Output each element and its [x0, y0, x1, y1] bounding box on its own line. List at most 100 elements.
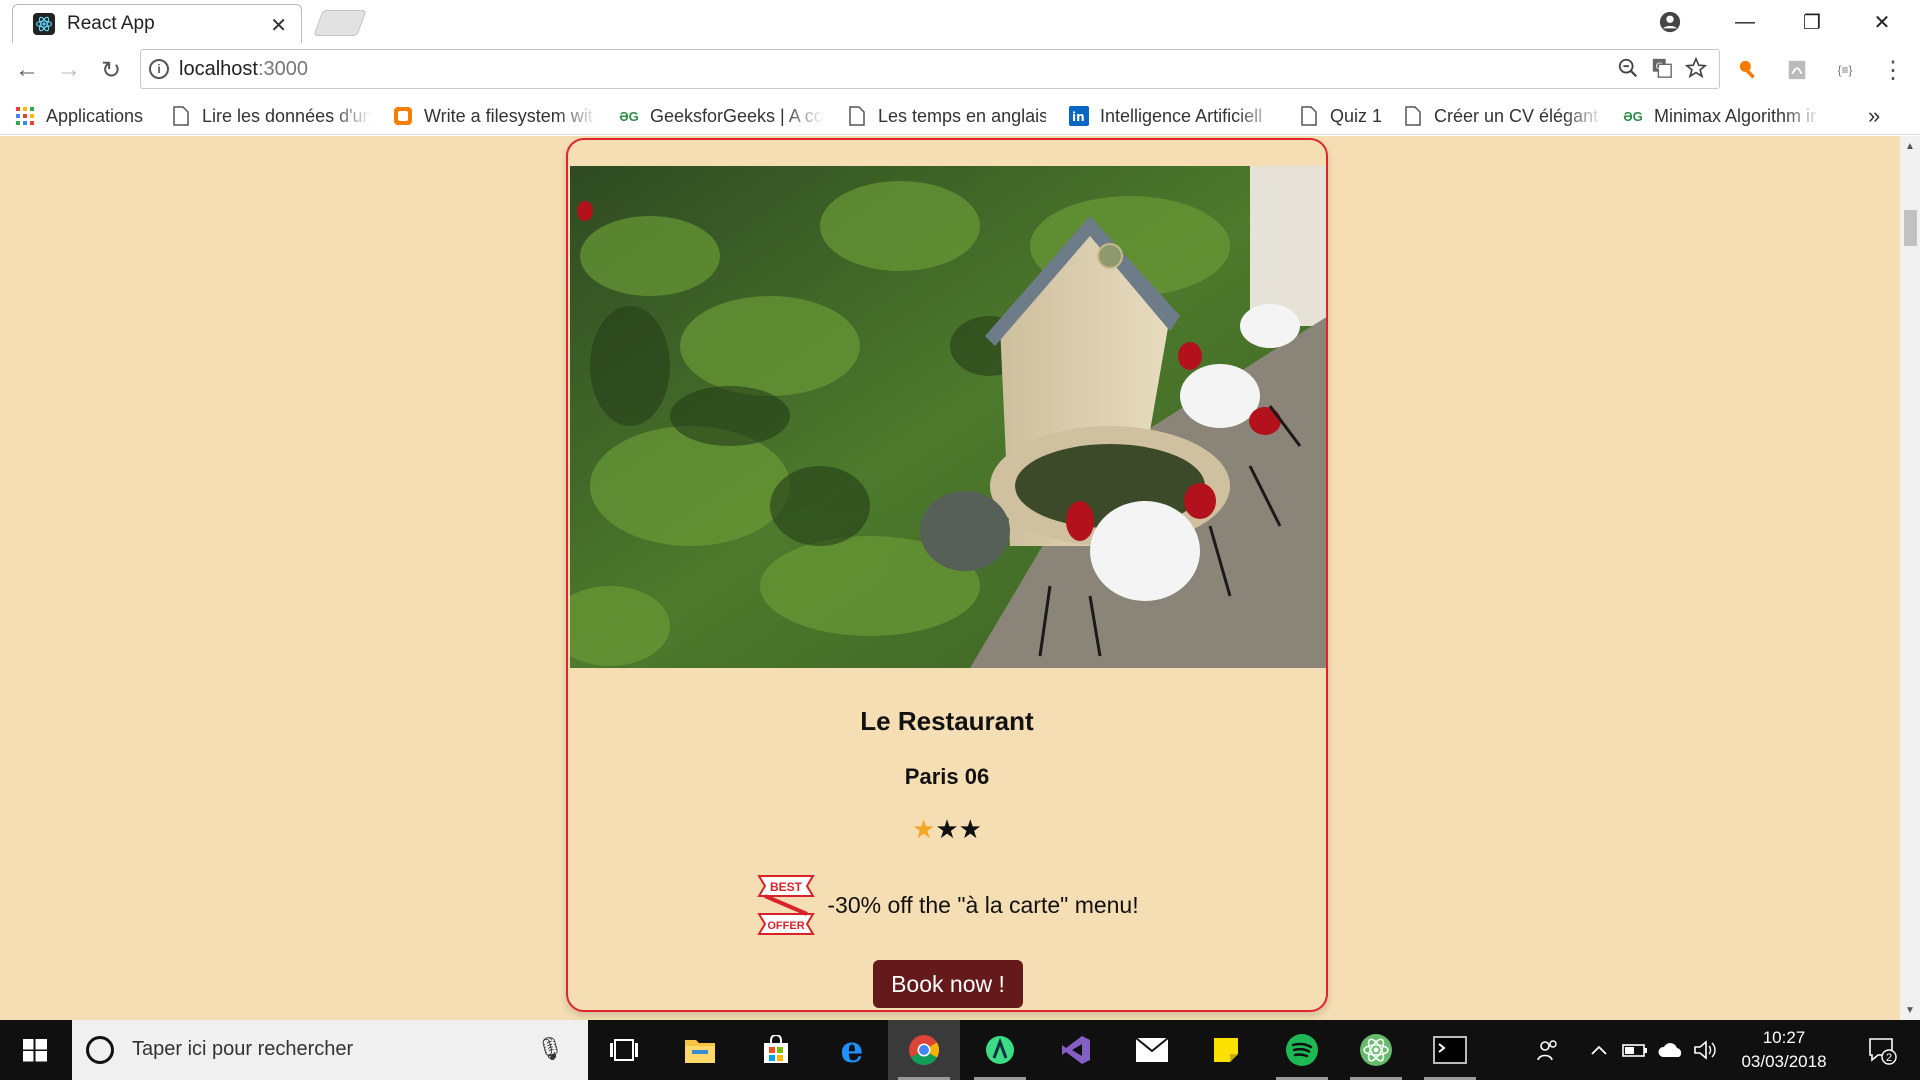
bookmarks-bar: Applications Lire les données d'un Write… [0, 97, 1920, 135]
android-studio-icon[interactable] [964, 1020, 1036, 1080]
bookmark-label: Quiz 1 [1330, 105, 1383, 126]
bookmark-item[interactable]: Lire les données d'un [170, 103, 372, 129]
browser-toolbar: ← → ↻ i localhost:3000 G {≡} ⋮ [0, 43, 1920, 97]
page-scrollbar[interactable]: ▲ ▼ [1900, 136, 1920, 1020]
page-viewport: Le Restaurant Paris 06 ★ ★ ★ BEST OFFER … [0, 136, 1900, 1020]
chrome-icon[interactable] [888, 1020, 960, 1080]
chevron-up-icon[interactable] [1584, 1020, 1614, 1080]
close-window-button[interactable]: ✕ [1852, 4, 1912, 40]
windows-taskbar: Taper ici pour rechercher 🎙 e 10:27 03/0… [0, 1020, 1920, 1080]
apps-grid-icon [14, 105, 36, 127]
bookmark-label: Les temps en anglais [878, 105, 1046, 126]
atom-icon[interactable] [1340, 1020, 1412, 1080]
edge-icon[interactable]: e [816, 1020, 888, 1080]
svg-text:in: in [1072, 110, 1085, 124]
bookmark-item[interactable]: Créer un CV élégant a [1402, 103, 1604, 129]
onedrive-icon[interactable] [1654, 1020, 1688, 1080]
best-offer-badge-icon: BEST OFFER [757, 875, 816, 935]
bookmark-label: Lire les données d'un [202, 105, 372, 126]
translate-icon[interactable]: G [1651, 57, 1673, 85]
bookmark-label: Intelligence Artificiell [1100, 105, 1263, 126]
taskbar-clock[interactable]: 10:27 03/03/2018 [1704, 1026, 1864, 1074]
scroll-up-icon[interactable]: ▲ [1900, 136, 1920, 156]
tab-close-icon[interactable]: ✕ [270, 13, 287, 38]
url-port: :3000 [257, 58, 308, 80]
cortana-icon [86, 1036, 114, 1064]
bookmark-item[interactable]: Les temps en anglais [846, 103, 1046, 129]
notification-count: 2 [1886, 1052, 1892, 1064]
linkedin-icon: in [1068, 105, 1090, 127]
offer-row: BEST OFFER -30% off the "à la carte" men… [568, 874, 1326, 936]
url-host: localhost [179, 58, 258, 80]
badge-top-text: BEST [770, 880, 803, 894]
geeksforgeeks-icon: ƏG [619, 108, 639, 124]
pdf-extension-icon[interactable] [1782, 55, 1812, 85]
search-placeholder: Taper ici pour rechercher [132, 1038, 354, 1060]
blogger-icon [392, 105, 414, 127]
new-tab-button[interactable] [313, 10, 367, 36]
taskbar-search[interactable]: Taper ici pour rechercher 🎙 [72, 1020, 588, 1080]
browser-menu-icon[interactable]: ⋮ [1878, 55, 1908, 85]
clock-time: 10:27 [1762, 1028, 1806, 1047]
bookmark-item[interactable]: Write a filesystem wit [392, 103, 598, 129]
sticky-notes-icon[interactable] [1190, 1020, 1262, 1080]
back-button[interactable]: ← [12, 55, 42, 85]
bookmark-item[interactable]: ƏG Minimax Algorithm ir [1622, 103, 1822, 129]
bookmark-item[interactable]: in Intelligence Artificiell [1068, 103, 1278, 129]
bookmark-item[interactable]: Quiz 1 [1298, 103, 1398, 129]
react-icon [33, 13, 55, 35]
tab-title: React App [67, 13, 155, 34]
geeksforgeeks-icon: ƏG [1623, 108, 1643, 124]
windows-start-icon[interactable] [0, 1020, 70, 1080]
browser-tab-bar: React App ✕ — ❐ ✕ [0, 0, 1920, 43]
bookmark-applications[interactable]: Applications [14, 103, 164, 129]
url-text[interactable]: localhost:3000 [179, 58, 308, 81]
terminal-icon[interactable] [1414, 1020, 1486, 1080]
clock-date: 03/03/2018 [1741, 1052, 1827, 1071]
restaurant-location: Paris 06 [904, 764, 990, 789]
bookmark-label: Write a filesystem wit [424, 105, 593, 126]
task-view-icon[interactable] [588, 1020, 660, 1080]
star-filled-icon: ★ [912, 814, 936, 844]
bookmark-item[interactable]: ƏG GeeksforGeeks | A co [618, 103, 824, 129]
page-icon [1402, 105, 1424, 127]
zoom-icon[interactable] [1617, 57, 1639, 85]
scroll-down-icon[interactable]: ▼ [1900, 1000, 1920, 1020]
mail-icon[interactable] [1116, 1020, 1188, 1080]
browser-tab[interactable]: React App ✕ [12, 4, 302, 43]
scrollbar-thumb[interactable] [1904, 210, 1917, 246]
file-explorer-icon[interactable] [664, 1020, 736, 1080]
svg-text:G: G [1656, 61, 1663, 72]
key-extension-icon[interactable] [1734, 55, 1764, 85]
restaurant-photo [570, 166, 1326, 668]
site-info-icon[interactable]: i [149, 59, 169, 79]
visual-studio-icon[interactable] [1040, 1020, 1112, 1080]
star-icon: ★ [958, 814, 982, 844]
people-icon[interactable] [1530, 1020, 1566, 1080]
bookmarks-overflow-button[interactable]: » [1868, 103, 1898, 129]
json-extension-icon[interactable]: {≡} [1830, 55, 1860, 85]
bookmark-star-icon[interactable] [1684, 56, 1708, 85]
bookmark-label: Minimax Algorithm ir [1654, 105, 1817, 126]
bookmark-label: Applications [46, 105, 144, 126]
minimize-button[interactable]: — [1715, 4, 1775, 40]
notification-center-icon[interactable]: 2 [1862, 1032, 1902, 1068]
offer-text: -30% off the "à la carte" menu! [827, 891, 1139, 918]
page-icon [846, 105, 868, 127]
badge-bottom-text: OFFER [768, 920, 805, 932]
restaurant-name: Le Restaurant [860, 706, 1034, 736]
bookmark-label: Créer un CV élégant a [1434, 105, 1604, 126]
star-icon: ★ [935, 814, 959, 844]
restore-button[interactable]: ❐ [1782, 4, 1842, 40]
book-now-button[interactable]: Book now ! [873, 960, 1023, 1008]
restaurant-card: Le Restaurant Paris 06 ★ ★ ★ BEST OFFER … [566, 138, 1328, 1012]
page-icon [1298, 105, 1320, 127]
store-icon[interactable] [740, 1020, 812, 1080]
forward-button[interactable]: → [54, 55, 84, 85]
address-bar[interactable]: i localhost:3000 G [140, 49, 1720, 89]
profile-icon[interactable] [1640, 4, 1700, 40]
battery-icon[interactable] [1618, 1020, 1652, 1080]
reload-button[interactable]: ↻ [96, 55, 126, 85]
microphone-icon[interactable]: 🎙 [536, 1036, 564, 1062]
spotify-icon[interactable] [1266, 1020, 1338, 1080]
